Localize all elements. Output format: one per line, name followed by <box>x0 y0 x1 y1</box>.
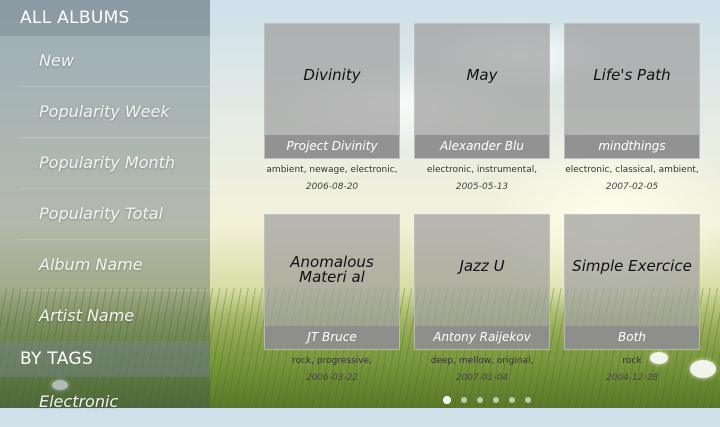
album-card[interactable]: Anomalous Materi al JT Bruce rock, progr… <box>264 214 400 384</box>
page-dot[interactable] <box>509 397 515 403</box>
album-date: 2004-12-28 <box>605 373 659 383</box>
album-artist: Alexander Blu <box>415 135 549 158</box>
album-cover[interactable]: Jazz U Antony Raijekov <box>414 214 550 350</box>
album-tags: deep, mellow, original, <box>430 356 534 366</box>
album-card[interactable]: Divinity Project Divinity ambient, newag… <box>264 23 400 193</box>
album-artist: Project Divinity <box>265 135 399 158</box>
album-card[interactable]: Jazz U Antony Raijekov deep, mellow, ori… <box>414 214 550 384</box>
album-date: 2007-02-05 <box>605 182 659 192</box>
album-date: 2006-08-20 <box>305 182 359 192</box>
page-dot[interactable] <box>525 397 531 403</box>
album-tags: ambient, newage, electronic, <box>266 165 398 175</box>
album-title: Divinity <box>303 66 361 84</box>
sidebar-item-artist-name[interactable]: Artist Name <box>20 291 210 341</box>
sidebar: ALL ALBUMS New Popularity Week Popularit… <box>0 0 210 411</box>
sidebar-item-popularity-month[interactable]: Popularity Month <box>20 138 210 189</box>
album-title: May <box>466 66 498 84</box>
album-cover[interactable]: Simple Exercice Both <box>564 214 700 350</box>
album-title: Jazz U <box>459 257 505 275</box>
album-artist: Antony Raijekov <box>415 326 549 349</box>
page-dot[interactable] <box>443 396 451 404</box>
album-card[interactable]: Simple Exercice Both rock 2004-12-28 <box>564 214 700 384</box>
album-cover[interactable]: May Alexander Blu <box>414 23 550 159</box>
sidebar-item-new[interactable]: New <box>20 36 210 87</box>
by-tags-header[interactable]: BY TAGS <box>0 341 210 377</box>
album-date: 2005-05-13 <box>455 182 509 192</box>
album-artist: Both <box>565 326 699 349</box>
page-dot[interactable] <box>461 397 467 403</box>
album-title: Simple Exercice <box>572 257 692 275</box>
page-dot[interactable] <box>477 397 483 403</box>
sidebar-item-album-name[interactable]: Album Name <box>20 240 210 291</box>
album-artist: JT Bruce <box>265 326 399 349</box>
album-date: 2006-03-22 <box>305 373 359 383</box>
album-tags: rock <box>622 356 642 366</box>
page-indicator <box>443 395 531 405</box>
page-dot[interactable] <box>493 397 499 403</box>
album-date: 2007-01-04 <box>455 373 509 383</box>
album-tags: electronic, instrumental, <box>426 165 538 175</box>
album-cover[interactable]: Life's Path mindthings <box>564 23 700 159</box>
album-artist: mindthings <box>565 135 699 158</box>
all-albums-header[interactable]: ALL ALBUMS <box>0 0 210 36</box>
album-tags: rock, progressive, <box>292 356 372 366</box>
sidebar-item-popularity-week[interactable]: Popularity Week <box>20 87 210 138</box>
album-card[interactable]: May Alexander Blu electronic, instrument… <box>414 23 550 193</box>
album-cover[interactable]: Anomalous Materi al JT Bruce <box>264 214 400 350</box>
sidebar-item-electronic[interactable]: Electronic <box>20 377 210 427</box>
album-card[interactable]: Life's Path mindthings electronic, class… <box>564 23 700 193</box>
sidebar-item-popularity-total[interactable]: Popularity Total <box>20 189 210 240</box>
album-title: Anomalous Materi al <box>290 253 374 286</box>
album-title: Life's Path <box>593 66 671 84</box>
album-tags: electronic, classical, ambient, <box>565 165 699 175</box>
album-cover[interactable]: Divinity Project Divinity <box>264 23 400 159</box>
